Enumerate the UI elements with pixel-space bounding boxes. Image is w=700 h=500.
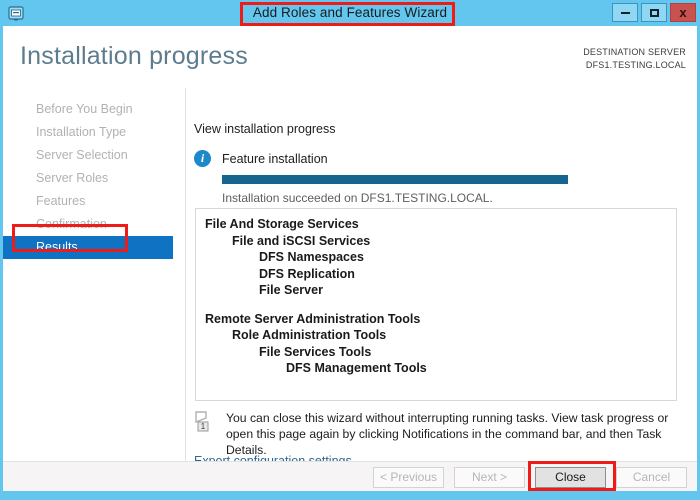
maximize-button[interactable] (641, 3, 667, 22)
list-item: File Server (259, 283, 323, 297)
client-area: Installation progress DESTINATION SERVER… (3, 26, 697, 491)
destination-server-name: DFS1.TESTING.LOCAL (585, 60, 686, 70)
sidebar-item-installation-type[interactable]: Installation Type (3, 121, 185, 144)
installation-status-text: Installation succeeded on DFS1.TESTING.L… (222, 191, 493, 205)
view-installation-progress-label: View installation progress (194, 122, 336, 136)
close-icon: x (679, 5, 687, 20)
list-item: File Services Tools (259, 344, 372, 359)
title-bar: Add Roles and Features Wizard x (0, 0, 700, 26)
destination-server-block: DESTINATION SERVER DFS1.TESTING.LOCAL (583, 46, 686, 72)
sidebar-item-before-you-begin[interactable]: Before You Begin (3, 98, 185, 121)
wizard-window: Add Roles and Features Wizard x Installa… (0, 0, 700, 500)
installation-progress-bar (222, 175, 568, 184)
svg-text:1: 1 (201, 422, 206, 431)
feature-installation-row: i Feature installation (194, 150, 328, 167)
sidebar-item-server-roles[interactable]: Server Roles (3, 167, 185, 190)
main-content: View installation progress i Feature ins… (187, 88, 697, 468)
list-item: DFS Management Tools (286, 361, 427, 375)
footer-button-group: < Previous Next > Close Cancel (373, 467, 687, 488)
destination-server-label: DESTINATION SERVER (583, 47, 686, 57)
list-item: DFS Namespaces (259, 250, 364, 264)
sidebar-item-server-selection[interactable]: Server Selection (3, 144, 185, 167)
close-button[interactable]: Close (535, 467, 606, 488)
notifications-flag-icon: 1 (194, 411, 213, 432)
close-window-button[interactable]: x (670, 3, 696, 22)
minimize-icon (620, 11, 630, 14)
next-button[interactable]: Next > (454, 467, 525, 488)
sidebar-item-results[interactable]: Results (3, 236, 173, 259)
window-controls: x (612, 3, 696, 22)
list-item: File And Storage Services (205, 217, 359, 231)
feature-installation-label: Feature installation (222, 151, 328, 166)
nav-top-spacer (3, 88, 185, 98)
installed-components-list[interactable]: File And Storage Services File and iSCSI… (195, 208, 677, 401)
previous-button[interactable]: < Previous (373, 467, 444, 488)
progress-bar-fill (222, 175, 568, 184)
list-item: Remote Server Administration Tools (205, 311, 421, 326)
list-item: Role Administration Tools (232, 328, 387, 342)
list-item: File and iSCSI Services (232, 233, 371, 248)
wizard-navigation: Before You Begin Installation Type Serve… (3, 88, 186, 461)
window-title: Add Roles and Features Wizard (252, 5, 448, 20)
page-title: Installation progress (20, 42, 248, 70)
wizard-note-text: You can close this wizard without interr… (226, 411, 669, 457)
maximize-icon (649, 8, 659, 17)
sidebar-item-features[interactable]: Features (3, 190, 185, 213)
sidebar-item-confirmation[interactable]: Confirmation (3, 213, 185, 236)
wizard-footer: < Previous Next > Close Cancel (3, 461, 697, 491)
tree-group-gap (205, 299, 676, 311)
minimize-button[interactable] (612, 3, 638, 22)
installed-components-rows: File And Storage Services File and iSCSI… (196, 209, 676, 377)
cancel-button[interactable]: Cancel (616, 467, 687, 488)
info-icon: i (194, 150, 211, 167)
wizard-note: 1 You can close this wizard without inte… (194, 410, 679, 458)
page-header: Installation progress DESTINATION SERVER… (3, 26, 697, 88)
list-item: DFS Replication (259, 266, 355, 281)
